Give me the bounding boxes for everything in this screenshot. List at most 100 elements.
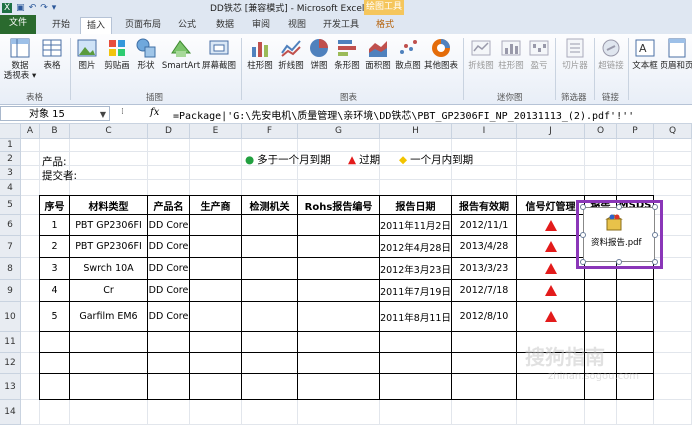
- table-cell[interactable]: PBT GP2306FI: [70, 215, 148, 236]
- formula-input[interactable]: =Package|'G:\先安电机\质量管理\亲环境\DD铁芯\PBT_GP23…: [173, 107, 634, 122]
- chevron-down-icon[interactable]: ▼: [100, 107, 106, 122]
- screenshot-button[interactable]: 屏幕截图: [202, 37, 236, 71]
- table-cell[interactable]: 2012/11/1: [452, 215, 517, 236]
- column-header[interactable]: A: [21, 124, 40, 139]
- table-cell[interactable]: [190, 280, 242, 302]
- table-cell[interactable]: 2012年4月28日: [380, 236, 452, 258]
- table-cell[interactable]: [148, 374, 190, 400]
- table-cell[interactable]: [517, 215, 585, 236]
- table-cell[interactable]: [148, 332, 190, 353]
- table-cell[interactable]: [70, 353, 148, 374]
- table-cell[interactable]: [617, 302, 654, 332]
- table-cell[interactable]: [40, 332, 70, 353]
- tab-developer[interactable]: 开发工具: [318, 17, 364, 34]
- row-header[interactable]: 12: [0, 353, 21, 374]
- table-cell[interactable]: DD Core: [148, 302, 190, 332]
- tab-view[interactable]: 视图: [282, 17, 312, 34]
- table-cell[interactable]: Cr: [70, 280, 148, 302]
- table-cell[interactable]: [517, 280, 585, 302]
- name-box[interactable]: 对象 15 ▼: [0, 106, 110, 121]
- row-header[interactable]: 13: [0, 374, 21, 400]
- tab-home[interactable]: 开始: [44, 17, 78, 34]
- table-cell[interactable]: Garfilm EM6: [70, 302, 148, 332]
- table-cell[interactable]: [242, 353, 298, 374]
- column-header[interactable]: F: [242, 124, 298, 139]
- row-header[interactable]: 7: [0, 236, 21, 258]
- table-cell[interactable]: [617, 332, 654, 353]
- table-cell[interactable]: [70, 332, 148, 353]
- tab-review[interactable]: 审阅: [246, 17, 276, 34]
- table-cell[interactable]: [380, 374, 452, 400]
- table-cell[interactable]: 5: [40, 302, 70, 332]
- table-header-cell[interactable]: 信号灯管理: [517, 196, 585, 215]
- table-cell[interactable]: [517, 302, 585, 332]
- save-icon[interactable]: ▣: [16, 3, 25, 13]
- table-cell[interactable]: [190, 374, 242, 400]
- column-header[interactable]: Q: [654, 124, 692, 139]
- table-cell[interactable]: DD Core: [148, 215, 190, 236]
- table-cell[interactable]: 2011年11月2日: [380, 215, 452, 236]
- tab-format[interactable]: 格式: [370, 17, 400, 34]
- table-header-cell[interactable]: 报告有效期: [452, 196, 517, 215]
- table-cell[interactable]: [298, 258, 380, 280]
- column-header[interactable]: E: [190, 124, 242, 139]
- scatter-chart-button[interactable]: 散点图: [394, 37, 422, 71]
- table-cell[interactable]: [298, 353, 380, 374]
- shapes-button[interactable]: 形状: [134, 37, 158, 71]
- table-cell[interactable]: [70, 374, 148, 400]
- table-cell[interactable]: [190, 215, 242, 236]
- sparkline-winloss-button[interactable]: 盈亏: [527, 37, 551, 71]
- row-header[interactable]: 11: [0, 332, 21, 353]
- table-cell[interactable]: 1: [40, 215, 70, 236]
- row-header[interactable]: 6: [0, 215, 21, 236]
- table-cell[interactable]: [298, 302, 380, 332]
- table-cell[interactable]: [298, 332, 380, 353]
- table-header-cell[interactable]: 材料类型: [70, 196, 148, 215]
- table-cell[interactable]: 4: [40, 280, 70, 302]
- table-cell[interactable]: 2011年7月19日: [380, 280, 452, 302]
- clipart-button[interactable]: 剪贴画: [103, 37, 131, 71]
- table-header-cell[interactable]: 产品名: [148, 196, 190, 215]
- table-cell[interactable]: [517, 236, 585, 258]
- table-cell[interactable]: [190, 258, 242, 280]
- smartart-button[interactable]: SmartArt: [162, 37, 200, 71]
- row-header[interactable]: 4: [0, 180, 21, 196]
- row-header[interactable]: 9: [0, 280, 21, 302]
- column-header[interactable]: O: [585, 124, 617, 139]
- slicer-button[interactable]: 切片器: [559, 37, 591, 71]
- tab-formulas[interactable]: 公式: [172, 17, 202, 34]
- table-header-cell[interactable]: 序号: [40, 196, 70, 215]
- table-cell[interactable]: [40, 374, 70, 400]
- table-cell[interactable]: [452, 374, 517, 400]
- table-cell[interactable]: [190, 332, 242, 353]
- column-header[interactable]: I: [452, 124, 517, 139]
- table-cell[interactable]: [148, 353, 190, 374]
- table-cell[interactable]: [40, 353, 70, 374]
- table-header-cell[interactable]: 报告日期: [380, 196, 452, 215]
- row-header[interactable]: 3: [0, 166, 21, 180]
- table-cell[interactable]: 2012/7/18: [452, 280, 517, 302]
- row-header[interactable]: 5: [0, 196, 21, 215]
- hyperlink-button[interactable]: 超链接: [597, 37, 625, 71]
- table-cell[interactable]: [242, 332, 298, 353]
- table-cell[interactable]: PBT GP2306FI: [70, 236, 148, 258]
- table-cell[interactable]: [242, 236, 298, 258]
- column-header[interactable]: G: [298, 124, 380, 139]
- column-chart-button[interactable]: 柱形图: [246, 37, 274, 71]
- row-header[interactable]: 14: [0, 400, 21, 425]
- table-cell[interactable]: 2011年8月11日: [380, 302, 452, 332]
- table-header-cell[interactable]: Rohs报告编号: [298, 196, 380, 215]
- column-header[interactable]: B: [40, 124, 70, 139]
- other-charts-button[interactable]: 其他图表: [423, 37, 459, 71]
- line-chart-button[interactable]: 折线图: [277, 37, 305, 71]
- tab-file[interactable]: 文件: [0, 15, 36, 34]
- sparkline-line-button[interactable]: 折线图: [467, 37, 495, 71]
- resize-handle[interactable]: [580, 259, 586, 265]
- column-header[interactable]: P: [617, 124, 654, 139]
- resize-handle[interactable]: [580, 204, 586, 210]
- select-all-corner[interactable]: [0, 124, 21, 139]
- pivot-table-button[interactable]: 数据 透视表 ▾: [4, 37, 36, 81]
- table-button[interactable]: 表格: [40, 37, 64, 71]
- resize-handle[interactable]: [616, 204, 622, 210]
- table-cell[interactable]: 2013/3/23: [452, 258, 517, 280]
